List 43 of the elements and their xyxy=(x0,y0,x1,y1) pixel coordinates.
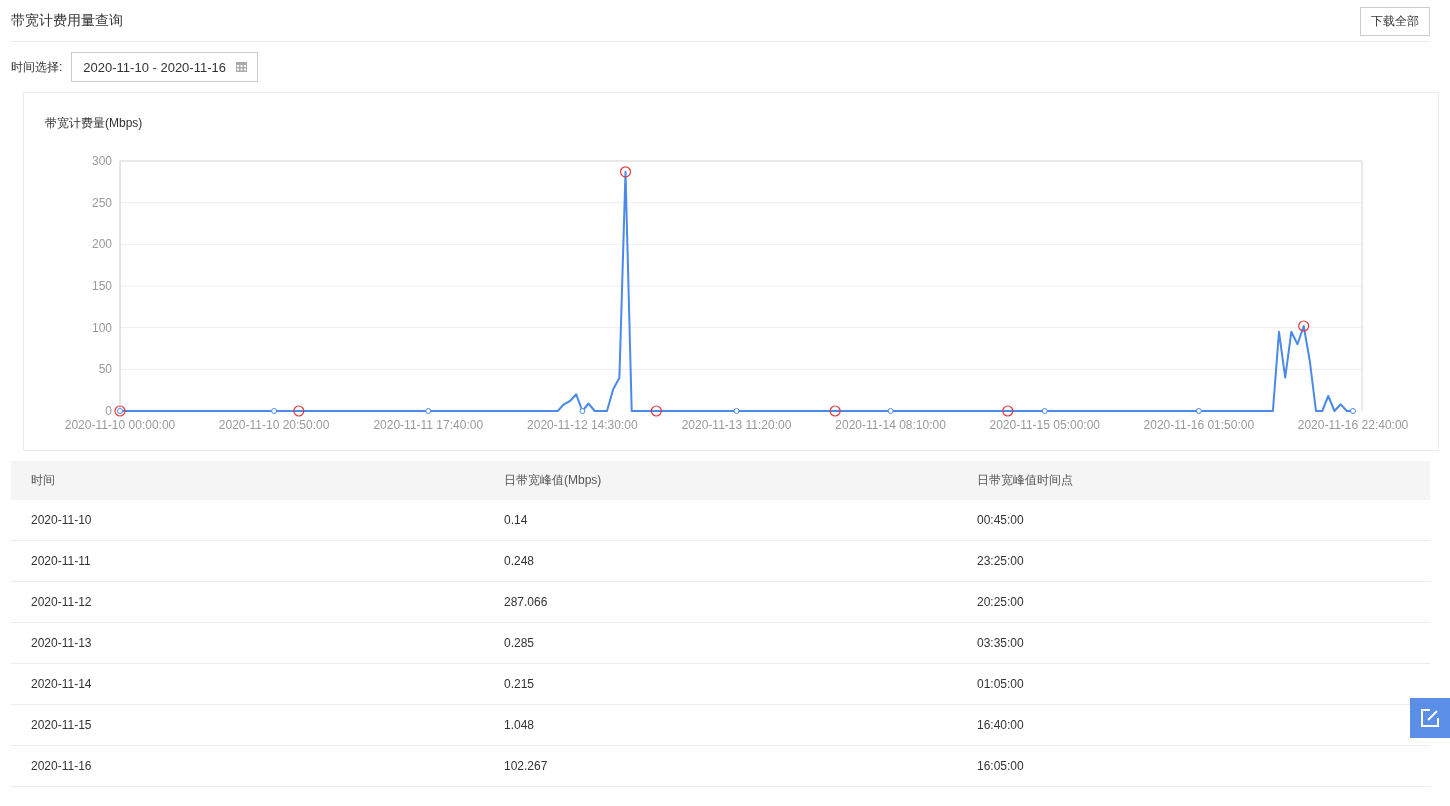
y-tick-label: 0 xyxy=(105,404,112,418)
table-cell-text: 1.048 xyxy=(503,718,536,732)
table-cell-text: 16:05:00 xyxy=(976,759,1025,773)
y-tick-label: 200 xyxy=(91,237,112,252)
x-tick-label: 2020-11-10 20:50:00 xyxy=(218,418,330,432)
table-cell-text: 2020-11-12 xyxy=(30,595,93,609)
table-cell-text: 287.066 xyxy=(503,595,549,609)
table-cell-text: 0.285 xyxy=(503,636,536,650)
page-title: 带宽计费用量查询 xyxy=(11,11,123,30)
table-cell-text: 2020-11-11 xyxy=(30,554,92,568)
y-tick-label: 300 xyxy=(91,154,112,168)
date-filter-label: 时间选择: xyxy=(11,58,63,76)
x-tick-label: 2020-11-16 22:40:00 xyxy=(1297,418,1409,432)
column-header: 日带宽峰值(Mbps) xyxy=(503,472,603,489)
table-cell-text: 2020-11-15 xyxy=(30,718,93,732)
x-tick-label: 2020-11-13 11:20:00 xyxy=(681,418,792,432)
table-cell-text: 2020-11-16 xyxy=(30,759,93,773)
table-cell-text: 00:45:00 xyxy=(976,513,1025,527)
column-header: 时间 xyxy=(30,472,56,489)
x-tick-label: 2020-11-15 05:00:00 xyxy=(989,418,1100,432)
table-cell-text: 102.267 xyxy=(503,759,549,773)
y-tick-label: 250 xyxy=(91,195,112,210)
table-cell-text: 0.215 xyxy=(503,677,536,691)
x-tick-label: 2020-11-14 08:10:00 xyxy=(835,418,946,432)
table-cell-text: 0.248 xyxy=(503,554,536,568)
x-tick-label: 2020-11-16 01:50:00 xyxy=(1143,418,1255,432)
x-tick-label: 2020-11-10 00:00:00 xyxy=(64,418,176,432)
chart-title: 带宽计费量(Mbps) xyxy=(45,116,143,130)
y-tick-label: 50 xyxy=(98,362,112,377)
table-cell-text: 16:40:00 xyxy=(976,718,1025,732)
table-cell-text: 2020-11-14 xyxy=(30,677,93,691)
y-tick-label: 150 xyxy=(91,279,112,293)
x-tick-label: 2020-11-12 14:30:00 xyxy=(527,418,638,432)
table-cell-text: 03:35:00 xyxy=(976,636,1025,650)
table-cell-text: 20:25:00 xyxy=(976,595,1025,609)
table-cell-text: 01:05:00 xyxy=(976,677,1025,691)
table-cell-text: 0.14 xyxy=(503,513,529,527)
y-tick-label: 100 xyxy=(91,320,112,335)
x-tick-label: 2020-11-11 17:40:00 xyxy=(373,418,484,432)
table-cell-text: 23:25:00 xyxy=(976,554,1025,568)
table-cell-text: 2020-11-13 xyxy=(30,636,93,650)
column-header: 日带宽峰值时间点 xyxy=(976,472,1074,489)
table-cell-text: 2020-11-10 xyxy=(30,513,93,527)
